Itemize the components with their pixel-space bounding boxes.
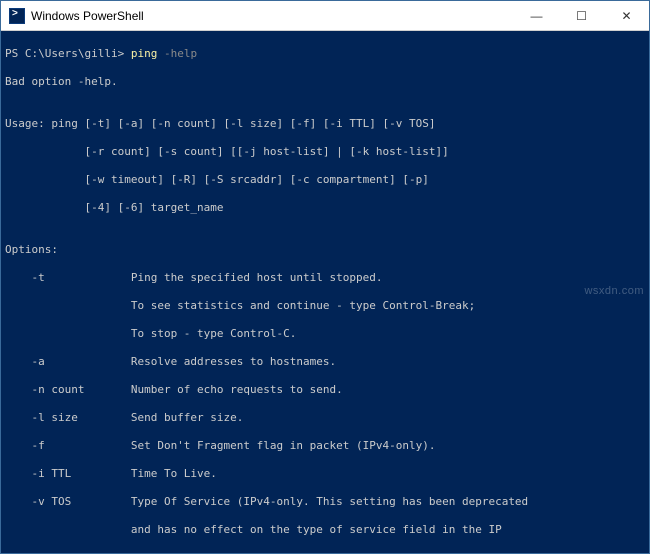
output-line: [-4] [-6] target_name: [5, 201, 645, 215]
prompt-line-1: PS C:\Users\gilli> ping -help: [5, 47, 645, 61]
window-title: Windows PowerShell: [31, 9, 514, 23]
titlebar[interactable]: Windows PowerShell — ☐ ✕: [1, 1, 649, 31]
terminal-content[interactable]: PS C:\Users\gilli> ping -help Bad option…: [1, 31, 649, 553]
output-line: To stop - type Control-C.: [5, 327, 645, 341]
output-line: -v TOS Type Of Service (IPv4-only. This …: [5, 495, 645, 509]
maximize-button[interactable]: ☐: [559, 1, 604, 30]
output-line: -t Ping the specified host until stopped…: [5, 271, 645, 285]
output-line: and has no effect on the type of service…: [5, 523, 645, 537]
output-line: Bad option -help.: [5, 75, 645, 89]
window-controls: — ☐ ✕: [514, 1, 649, 30]
output-line: [-r count] [-s count] [[-j host-list] | …: [5, 145, 645, 159]
prompt-text: PS C:\Users\gilli>: [5, 47, 131, 60]
output-line: Options:: [5, 243, 645, 257]
output-line: -a Resolve addresses to hostnames.: [5, 355, 645, 369]
output-line: -n count Number of echo requests to send…: [5, 383, 645, 397]
powershell-icon: [9, 8, 25, 24]
minimize-button[interactable]: —: [514, 1, 559, 30]
command-name: ping: [131, 47, 164, 60]
output-line: To see statistics and continue - type Co…: [5, 299, 645, 313]
output-line: [-w timeout] [-R] [-S srcaddr] [-c compa…: [5, 173, 645, 187]
output-line: -l size Send buffer size.: [5, 411, 645, 425]
output-line: Header).: [5, 551, 645, 553]
powershell-window: Windows PowerShell — ☐ ✕ PS C:\Users\gil…: [0, 0, 650, 554]
output-line: Usage: ping [-t] [-a] [-n count] [-l siz…: [5, 117, 645, 131]
output-line: -i TTL Time To Live.: [5, 467, 645, 481]
command-arg: -help: [164, 47, 197, 60]
output-line: -f Set Don't Fragment flag in packet (IP…: [5, 439, 645, 453]
close-button[interactable]: ✕: [604, 1, 649, 30]
